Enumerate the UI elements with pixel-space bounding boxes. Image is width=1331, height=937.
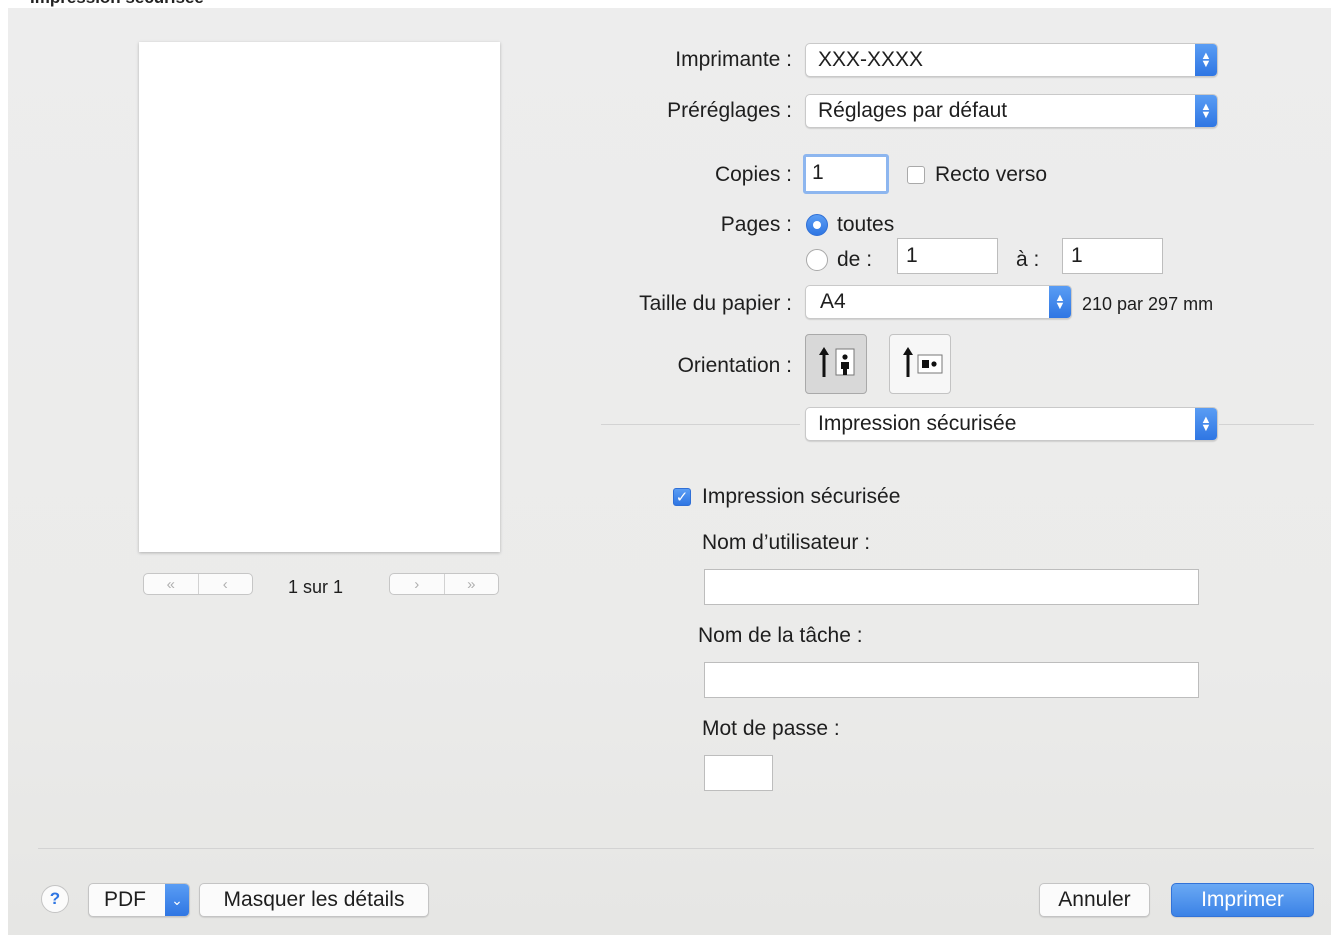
landscape-orientation-icon <box>903 347 943 377</box>
pages-range-label: de : <box>837 248 873 271</box>
copies-value: 1 <box>812 161 824 184</box>
next-page-button[interactable]: › <box>390 574 444 594</box>
separator-left <box>601 424 800 425</box>
print-button[interactable]: Imprimer <box>1171 883 1314 917</box>
pages-to-field[interactable]: 1 <box>1062 238 1163 274</box>
first-page-button[interactable]: « <box>144 574 198 594</box>
separator-right <box>1219 424 1314 425</box>
username-label: Nom d’utilisateur : <box>702 531 871 554</box>
page-heading: Impression sécurisée <box>30 0 204 8</box>
print-dialog: « ‹ 1 sur 1 › » Imprimante : XXX-XXXX ▲ ▼… <box>8 8 1331 935</box>
pdf-label: PDF <box>104 888 146 911</box>
page-heading-cut: Impression sécurisée <box>0 0 1331 8</box>
chevron-left-icon: ‹ <box>222 575 228 593</box>
secure-print-label: Impression sécurisée <box>702 485 901 508</box>
paper-size-popup[interactable]: A4 ▲ ▼ <box>805 285 1072 319</box>
updown-arrows-icon: ▲ ▼ <box>1195 408 1217 440</box>
updown-arrows-icon: ▲ ▼ <box>1049 286 1071 318</box>
page-preview <box>139 42 500 552</box>
username-field[interactable] <box>704 569 1199 605</box>
pdf-button[interactable]: PDF ⌄ <box>88 883 190 917</box>
jobname-label: Nom de la tâche : <box>698 624 863 647</box>
secure-print-checkbox[interactable]: ✓ <box>673 488 691 506</box>
presets-label: Préréglages : <box>667 99 792 122</box>
portrait-orientation-icon <box>819 347 855 377</box>
pages-label: Pages : <box>720 213 792 236</box>
printer-value: XXX-XXXX <box>818 48 924 71</box>
updown-arrows-icon: ▲ ▼ <box>1195 44 1217 76</box>
printer-label: Imprimante : <box>675 48 792 71</box>
paper-dimensions: 210 par 297 mm <box>1082 294 1214 314</box>
help-button[interactable]: ? <box>41 885 69 913</box>
pages-range-radio[interactable] <box>806 249 828 271</box>
pages-to-value: 1 <box>1071 244 1083 267</box>
paper-size-label: Taille du papier : <box>639 292 792 315</box>
chevron-right-icon: › <box>414 575 420 593</box>
pages-from-field[interactable]: 1 <box>897 238 998 274</box>
pages-to-label: à : <box>1016 248 1040 271</box>
footer-separator <box>38 848 1314 849</box>
section-popup-value: Impression sécurisée <box>818 412 1017 435</box>
copies-label: Copies : <box>714 163 792 186</box>
password-label: Mot de passe : <box>702 717 840 740</box>
duplex-checkbox[interactable] <box>907 166 925 184</box>
double-chevron-left-icon: « <box>166 575 175 593</box>
copies-field[interactable]: 1 <box>803 154 889 194</box>
jobname-field[interactable] <box>704 662 1199 698</box>
presets-popup[interactable]: Réglages par défaut ▲ ▼ <box>805 94 1218 128</box>
printer-popup[interactable]: XXX-XXXX ▲ ▼ <box>805 43 1218 77</box>
pages-all-label: toutes <box>837 213 895 236</box>
previous-page-button[interactable]: ‹ <box>197 574 253 594</box>
pages-all-radio[interactable] <box>806 214 828 236</box>
updown-arrows-icon: ▲ ▼ <box>1195 95 1217 127</box>
preview-forward-buttons: › » <box>389 573 499 595</box>
double-chevron-right-icon: » <box>467 575 476 593</box>
password-field[interactable] <box>704 755 773 791</box>
last-page-button[interactable]: » <box>443 574 499 594</box>
checkmark-icon: ✓ <box>675 489 689 506</box>
cancel-button[interactable]: Annuler <box>1039 883 1150 917</box>
orientation-label: Orientation : <box>677 354 792 377</box>
orientation-landscape-button[interactable] <box>889 334 951 394</box>
chevron-down-icon: ⌄ <box>165 884 189 916</box>
page-indicator: 1 sur 1 <box>288 577 344 597</box>
duplex-label: Recto verso <box>935 163 1048 186</box>
section-popup[interactable]: Impression sécurisée ▲ ▼ <box>805 407 1218 441</box>
question-mark-icon: ? <box>49 889 61 908</box>
pages-from-value: 1 <box>906 244 918 267</box>
hide-details-button[interactable]: Masquer les détails <box>199 883 429 917</box>
presets-value: Réglages par défaut <box>818 99 1008 122</box>
paper-size-value: A4 <box>820 290 846 313</box>
orientation-portrait-button[interactable] <box>805 334 867 394</box>
preview-back-buttons: « ‹ <box>143 573 253 595</box>
